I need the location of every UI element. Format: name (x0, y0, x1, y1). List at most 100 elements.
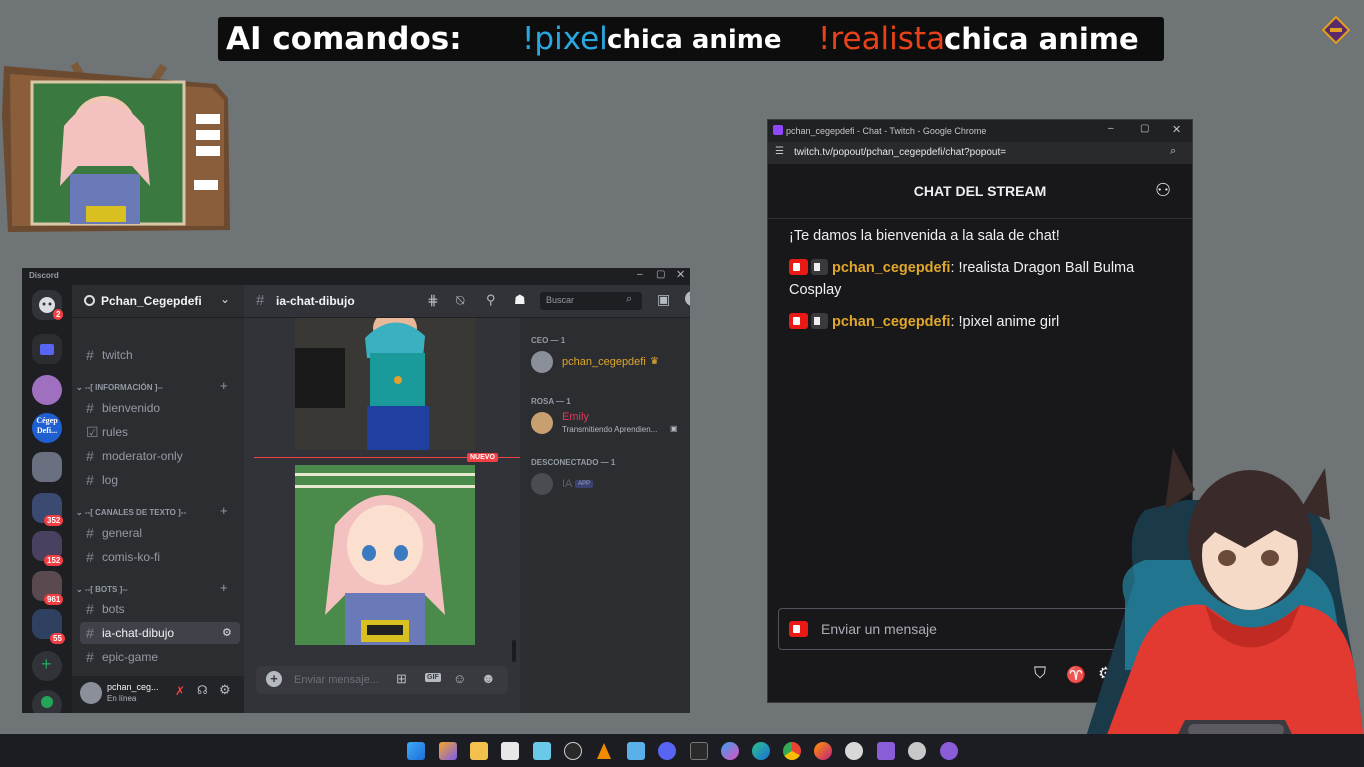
chat-username[interactable]: pchan_cegepdefi (832, 314, 950, 330)
mute-notifications-icon[interactable]: ⍉ (456, 292, 464, 309)
muted-badge-icon[interactable] (811, 259, 828, 275)
inbox-icon[interactable]: ▣ (657, 291, 670, 308)
message-input[interactable]: + Enviar mensaje... ⊞ GIF ☺ ☻ (256, 666, 508, 694)
discover-button[interactable] (32, 690, 62, 713)
emoji-icon[interactable]: ☻ (481, 670, 496, 686)
add-attachment-icon[interactable]: + (266, 671, 282, 687)
terminal-icon[interactable] (690, 742, 708, 760)
add-server-button[interactable]: + (32, 651, 62, 681)
channel-comis-ko-fi[interactable]: # comis-ko-fi (80, 546, 240, 568)
firefox-icon[interactable] (814, 742, 832, 760)
threads-icon[interactable]: ⋕ (427, 292, 439, 309)
diamond-logo-icon (1321, 15, 1351, 45)
community-icon[interactable]: ⚇ (1155, 180, 1171, 201)
maximize-button[interactable]: ▢ (1140, 123, 1149, 134)
avatar[interactable] (531, 351, 553, 373)
notification-badge: 55 (50, 633, 65, 644)
help-icon[interactable]: ? (685, 291, 690, 306)
broadcaster-badge-icon[interactable] (789, 313, 808, 329)
emote-icon[interactable]: ♈ (1066, 665, 1086, 685)
category-informacion[interactable]: ⌄ --[ INFORMACIÓN ]-- (76, 383, 163, 392)
app-robot-icon[interactable] (908, 742, 926, 760)
category-canales-de-texto[interactable]: ⌄ --[ CANALES DE TEXTO ]-- (76, 508, 186, 517)
add-channel-icon[interactable]: + (220, 503, 228, 518)
member-name[interactable]: pchan_cegepdefi (562, 356, 646, 368)
avatar[interactable] (531, 473, 553, 495)
hash-icon: # (256, 292, 265, 309)
search-input[interactable]: Buscar ⌕ (540, 292, 642, 310)
channel-bienvenido[interactable]: # bienvenido (80, 397, 240, 419)
scrollbar[interactable] (512, 640, 516, 662)
gift-icon[interactable]: ⊞ (396, 671, 407, 687)
file-explorer-icon[interactable] (470, 742, 488, 760)
minimize-button[interactable]: – (637, 269, 643, 280)
minimize-button[interactable]: – (1108, 123, 1114, 134)
channel-ia-chat-dibujo[interactable]: # ia-chat-dibujo ⚙ (80, 622, 240, 644)
channel-log[interactable]: # log (80, 469, 240, 491)
app-skull-icon[interactable] (845, 742, 863, 760)
obs-app-icon[interactable] (564, 742, 582, 760)
add-channel-icon[interactable]: + (220, 378, 228, 393)
address-bar[interactable]: ☰ twitch.tv/popout/pchan_cegepdefi/chat?… (768, 142, 1192, 164)
url-text[interactable]: twitch.tv/popout/pchan_cegepdefi/chat?po… (794, 147, 1006, 158)
hash-icon: # (86, 549, 94, 565)
headphones-icon[interactable]: ☊ (197, 683, 208, 697)
message-area: NUEVO + Enviar mensaje... ⊞ GIF ☺ ☻ (244, 318, 520, 713)
server-pchan[interactable] (32, 452, 62, 482)
search-icon: ⌕ (626, 293, 633, 305)
channel-bots[interactable]: # bots (80, 598, 240, 620)
generated-image-realistic[interactable] (295, 318, 475, 450)
zoom-icon[interactable]: ⌕ (1170, 145, 1176, 158)
members-icon[interactable]: ☗ (514, 292, 526, 308)
channel-moderator-only[interactable]: # moderator-only (80, 445, 240, 467)
chrome-icon[interactable] (783, 742, 801, 760)
server-list: 2 Cégep Defi... 352 152 961 55 + (22, 285, 72, 713)
sticker-icon[interactable]: ☺ (453, 671, 466, 686)
github-icon[interactable] (940, 742, 958, 760)
channel-header: # ia-chat-dibujo ⋕ ⍉ ⚲ ☗ Buscar ⌕ ▣ ? (244, 285, 690, 318)
editor-app-icon[interactable] (501, 742, 519, 760)
settings-gear-icon[interactable]: ⚙ (222, 622, 232, 644)
channel-twitch[interactable]: # twitch (80, 344, 240, 366)
gif-icon[interactable]: GIF (425, 673, 441, 682)
discord-taskbar-icon[interactable] (658, 742, 676, 760)
role-group-offline: DESCONECTADO — 1 (531, 458, 616, 467)
avatar[interactable] (531, 412, 553, 434)
close-button[interactable]: ✕ (1172, 123, 1181, 136)
vm-app-icon[interactable] (533, 742, 551, 760)
moderation-shield-icon[interactable]: ⛉ (1034, 665, 1046, 683)
site-info-icon[interactable]: ☰ (775, 146, 784, 157)
member-name[interactable]: IA (562, 478, 572, 490)
channel-general[interactable]: # general (80, 522, 240, 544)
category-bots[interactable]: ⌄ --[ BOTS ]-- (76, 585, 128, 594)
chat-text: : !pixel anime girl (950, 314, 1060, 330)
folder-icon[interactable] (32, 334, 62, 364)
copilot-icon[interactable] (721, 742, 739, 760)
copilot-app-icon[interactable] (439, 742, 457, 760)
chat-username[interactable]: pchan_cegepdefi (832, 260, 950, 276)
windows-start-icon[interactable] (407, 742, 425, 760)
muted-badge-icon[interactable] (811, 313, 828, 329)
edge-icon[interactable] (752, 742, 770, 760)
discord-app-title: Discord (29, 271, 59, 280)
channel-rules[interactable]: ☑ rules (80, 421, 240, 443)
mute-mic-icon[interactable]: ✗ (175, 684, 185, 698)
pin-icon[interactable]: ⚲ (486, 292, 496, 308)
generated-image-pixel[interactable] (295, 465, 475, 645)
user-settings-gear-icon[interactable]: ⚙ (219, 682, 231, 698)
server-avatar-anime[interactable] (32, 375, 62, 405)
vlc-icon[interactable] (595, 742, 613, 760)
add-channel-icon[interactable]: + (220, 580, 228, 595)
channel-epic-game[interactable]: # epic-game (80, 646, 240, 668)
member-name[interactable]: Emily (562, 411, 589, 423)
close-button[interactable]: ✕ (676, 268, 685, 281)
visual-studio-icon[interactable] (877, 742, 895, 760)
server-cegep-defi[interactable]: Cégep Defi... (32, 413, 62, 443)
broadcaster-badge-icon[interactable] (789, 259, 808, 275)
avatar[interactable] (80, 682, 102, 704)
server-header[interactable]: Pchan_Cegepdefi ⌄ (72, 285, 244, 318)
stream-icon: ▣ (670, 424, 678, 433)
maximize-button[interactable]: ▢ (656, 269, 665, 280)
chat-title: CHAT DEL STREAM (913, 183, 1047, 199)
notepad-icon[interactable] (627, 742, 645, 760)
